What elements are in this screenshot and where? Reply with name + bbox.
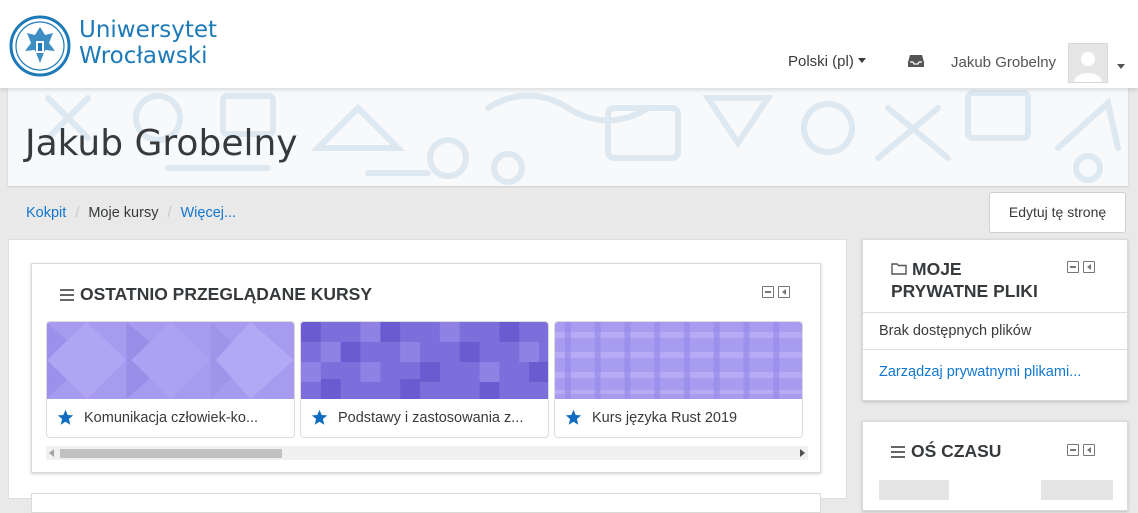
breadcrumb-separator: / [167,205,172,221]
folder-icon [891,263,907,275]
star-icon[interactable] [57,409,74,426]
recent-courses-block: OSTATNIO PRZEGLĄDANE KURSY Komunikacja c… [31,263,821,473]
block-controls [1067,444,1095,456]
logo-line1: Uniwersytet [79,17,217,43]
user-menu-caret-icon[interactable] [1117,64,1125,69]
course-card[interactable]: Komunikacja człowiek-ko... [46,321,295,438]
star-icon[interactable] [311,409,328,426]
breadcrumb: Kokpit / Moje kursy / Więcej... [26,205,236,221]
minimize-block-icon[interactable] [1067,261,1079,273]
block-title-row: OSTATNIO PRZEGLĄDANE KURSY [60,284,372,305]
user-avatar[interactable] [1068,43,1108,83]
course-name[interactable]: Podstawy i zastosowania z... [338,410,523,426]
timeline-block: OŚ CZASU [862,421,1128,511]
top-navbar: Uniwersytet Wrocławski Polski (pl) Jakub… [0,0,1138,88]
main-region: OSTATNIO PRZEGLĄDANE KURSY Komunikacja c… [8,239,847,513]
block-controls [762,286,790,298]
recent-courses-title: OSTATNIO PRZEGLĄDANE KURSY [80,284,372,304]
course-card[interactable]: Podstawy i zastosowania z... [300,321,549,438]
timeline-title: OŚ CZASU [911,441,1002,461]
private-files-block: MOJE PRYWATNE PLIKI Brak dostępnych plik… [862,239,1128,401]
next-block-partial [31,493,821,513]
breadcrumb-dashboard[interactable]: Kokpit [26,205,66,221]
avatar-placeholder-icon [1074,52,1102,82]
caret-down-icon [857,58,866,63]
menu-icon [60,289,74,301]
page-title: Jakub Grobelny [25,123,298,164]
scroll-right-arrow-icon[interactable] [800,449,805,457]
horizontal-scrollbar[interactable] [46,446,808,460]
dock-block-icon[interactable] [778,286,790,298]
divider [863,349,1127,350]
language-menu[interactable]: Polski (pl) [788,53,866,70]
breadcrumb-my-courses: Moje kursy [88,205,159,221]
scroll-left-arrow-icon[interactable] [49,449,54,457]
private-files-title-line1: MOJE [912,259,962,279]
edit-page-button[interactable]: Edytuj tę stronę [989,192,1126,233]
minimize-block-icon[interactable] [1067,444,1079,456]
course-image [47,322,294,399]
block-controls [1067,261,1095,273]
timeline-filter-placeholder[interactable] [879,480,949,500]
block-title-row: OŚ CZASU [891,441,1001,462]
course-name[interactable]: Kurs języka Rust 2019 [592,410,737,426]
no-files-text: Brak dostępnych plików [879,323,1032,339]
timeline-sort-placeholder[interactable] [1041,480,1113,500]
star-icon[interactable] [565,409,582,426]
dock-block-icon[interactable] [1083,444,1095,456]
scrollbar-thumb[interactable] [60,449,282,458]
minimize-block-icon[interactable] [762,286,774,298]
dock-block-icon[interactable] [1083,261,1095,273]
divider [863,312,1127,313]
breadcrumb-separator: / [75,205,80,221]
course-name[interactable]: Komunikacja człowiek-ko... [84,410,258,426]
manage-private-files-link[interactable]: Zarządzaj prywatnymi plikami... [879,364,1081,380]
university-logo[interactable] [9,13,71,79]
course-card[interactable]: Kurs języka Rust 2019 [554,321,803,438]
course-image [555,322,802,399]
user-name[interactable]: Jakub Grobelny [951,54,1056,71]
private-files-title-line2: PRYWATNE PLIKI [891,281,1038,301]
language-label: Polski (pl) [788,53,854,70]
menu-icon [891,446,905,458]
logo-line2: Wrocławski [79,43,208,69]
inbox-tray-icon[interactable] [907,54,925,68]
course-image [301,322,548,399]
logo-text[interactable]: Uniwersytet Wrocławski [79,17,217,69]
breadcrumb-more[interactable]: Więcej... [180,205,236,221]
page-header: Jakub Grobelny [8,88,1128,186]
block-title-row: MOJE PRYWATNE PLIKI [891,258,1038,302]
